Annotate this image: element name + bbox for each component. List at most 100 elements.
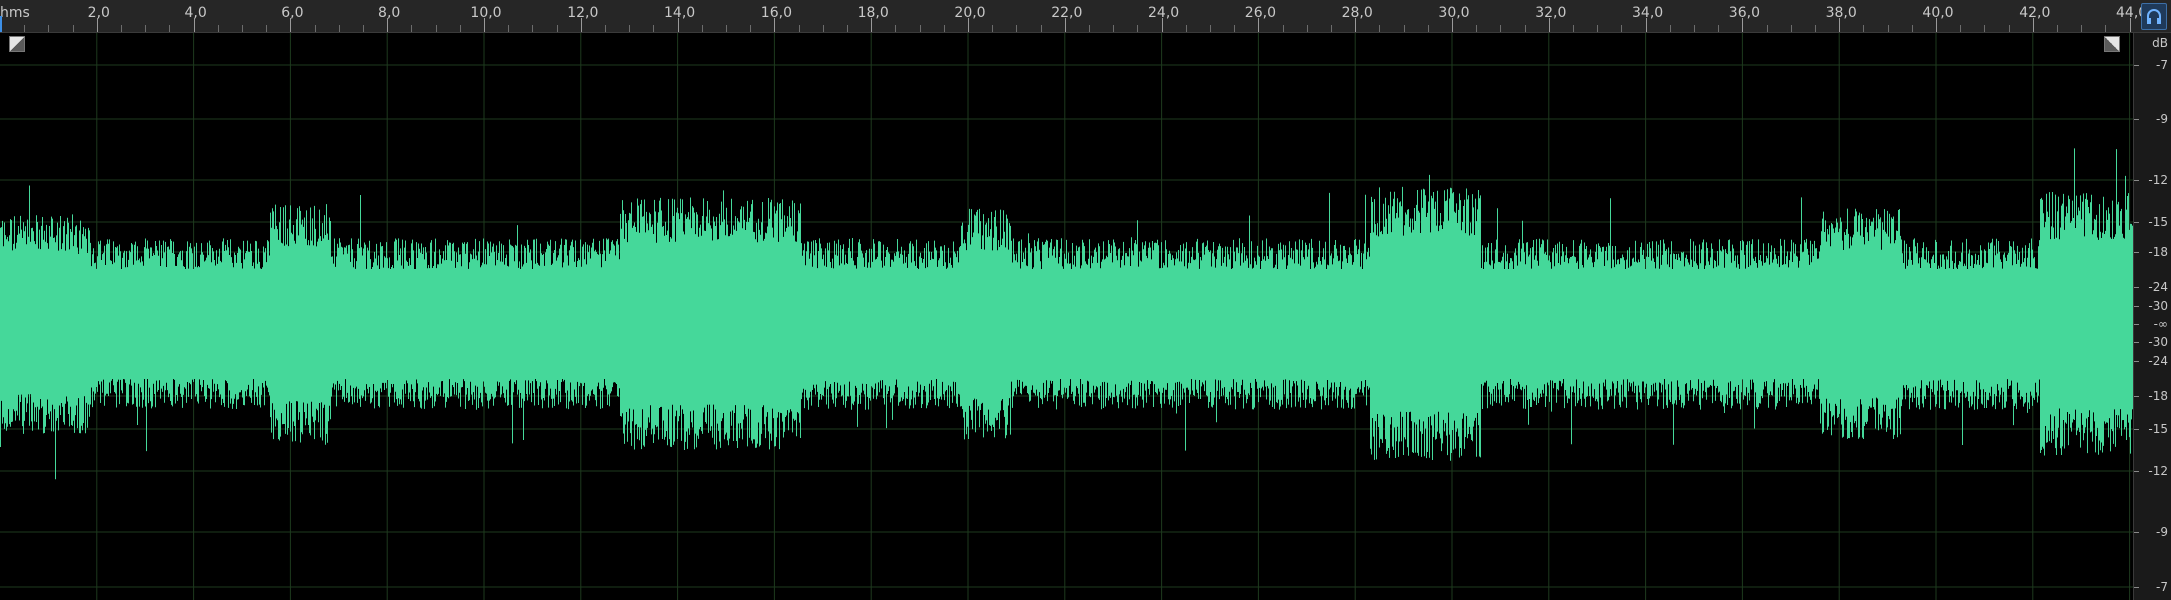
time-minor-tick xyxy=(2105,25,2107,32)
time-unit-label: hms xyxy=(0,5,30,21)
time-minor-tick xyxy=(1669,25,1671,32)
time-minor-tick xyxy=(1379,25,1381,32)
time-minor-tick xyxy=(1815,25,1816,32)
time-minor-tick xyxy=(217,25,219,32)
time-minor-tick xyxy=(847,25,848,32)
time-tick-label: 12,0 xyxy=(567,5,599,21)
time-minor-tick xyxy=(1306,25,1308,32)
time-tick-label: 26,0 xyxy=(1244,5,1276,21)
time-tick-label: 40,0 xyxy=(1922,5,1954,21)
time-minor-tick xyxy=(1500,25,1502,32)
time-minor-tick xyxy=(556,25,558,32)
time-tick-label: 24,0 xyxy=(1148,5,1180,21)
time-minor-tick xyxy=(919,25,921,32)
time-tick-label: 18,0 xyxy=(857,5,889,21)
time-tick-label: 4,0 xyxy=(184,5,207,21)
time-minor-tick xyxy=(338,25,340,32)
time-major-tick xyxy=(1064,18,1066,32)
time-major-tick xyxy=(484,18,485,32)
time-minor-tick xyxy=(1427,25,1429,32)
time-minor-tick xyxy=(169,25,171,32)
db-scale-tick xyxy=(2134,222,2139,223)
time-minor-tick xyxy=(1597,25,1599,32)
time-minor-tick xyxy=(1984,25,1986,32)
time-tick-label: 28,0 xyxy=(1341,5,1373,21)
time-major-tick xyxy=(1355,18,1357,32)
time-minor-tick xyxy=(1403,25,1405,32)
time-minor-tick xyxy=(2057,25,2058,32)
time-minor-tick xyxy=(1282,25,1284,32)
time-minor-tick xyxy=(605,25,606,32)
time-ruler[interactable]: hms 2,0 4,0 6,0 8,0 10,0 12,0 14,0 16,0 18,0 20,0… xyxy=(0,0,2171,33)
db-scale-tick xyxy=(2134,119,2139,120)
time-major-tick xyxy=(677,18,679,32)
time-tick-label: 32,0 xyxy=(1535,5,1567,21)
time-minor-tick xyxy=(508,25,510,32)
db-scale-label: -24 xyxy=(2148,280,2168,294)
db-scale-tick xyxy=(2134,306,2139,307)
db-scale-label: -18 xyxy=(2148,245,2168,259)
time-minor-tick xyxy=(24,25,26,32)
time-major-tick xyxy=(871,18,873,32)
db-scale-label: -9 xyxy=(2156,112,2168,126)
time-major-tick xyxy=(1161,18,1163,32)
headphones-button[interactable] xyxy=(2141,3,2167,30)
fade-out-handle-icon[interactable] xyxy=(2104,36,2120,52)
db-scale-label: -12 xyxy=(2148,173,2168,187)
time-tick-label: 10,0 xyxy=(470,5,502,21)
time-minor-tick xyxy=(798,25,800,32)
time-minor-tick xyxy=(1185,25,1187,32)
time-major-tick xyxy=(1258,18,1260,32)
headphones-icon xyxy=(2147,9,2161,24)
playhead-marker[interactable] xyxy=(0,16,2,32)
db-scale-label: -15 xyxy=(2148,422,2168,436)
time-major-tick xyxy=(968,18,969,32)
time-tick-label: 20,0 xyxy=(954,5,986,21)
time-minor-tick xyxy=(822,25,824,32)
db-scale-tick xyxy=(2134,532,2139,533)
time-minor-tick xyxy=(459,25,461,32)
time-minor-tick xyxy=(72,25,74,32)
time-minor-tick xyxy=(943,25,945,32)
time-minor-tick xyxy=(363,25,364,32)
time-tick-label: 36,0 xyxy=(1728,5,1760,21)
db-scale-label: -30 xyxy=(2148,335,2168,349)
time-minor-tick xyxy=(1210,25,1211,32)
time-minor-tick xyxy=(1887,25,1889,32)
time-minor-tick xyxy=(1089,25,1090,32)
time-minor-tick xyxy=(121,25,122,32)
db-scale-tick xyxy=(2134,65,2139,66)
time-major-tick xyxy=(193,18,195,32)
db-scale-label: -30 xyxy=(2148,299,2168,313)
time-minor-tick xyxy=(48,25,50,32)
db-scale-tick xyxy=(2134,287,2139,288)
fade-in-handle-icon[interactable] xyxy=(9,36,25,52)
amplitude-unit-label: dB xyxy=(2152,36,2168,50)
db-scale-label: -9 xyxy=(2156,525,2168,539)
time-minor-tick xyxy=(1911,25,1913,32)
db-scale-label: -24 xyxy=(2148,354,2168,368)
time-minor-tick xyxy=(532,25,534,32)
time-minor-tick xyxy=(1137,25,1139,32)
time-minor-tick xyxy=(1331,25,1332,32)
waveform-display[interactable] xyxy=(0,33,2133,600)
time-minor-tick xyxy=(1234,25,1236,32)
db-scale-label: -18 xyxy=(2148,389,2168,403)
time-major-tick xyxy=(1839,18,1841,32)
time-minor-tick xyxy=(145,25,147,32)
time-major-tick xyxy=(1548,18,1550,32)
time-major-tick xyxy=(1742,18,1744,32)
db-scale-tick xyxy=(2134,361,2139,362)
time-minor-tick xyxy=(1790,25,1792,32)
time-major-tick xyxy=(1936,18,1937,32)
time-tick-label: 38,0 xyxy=(1825,5,1857,21)
time-major-tick xyxy=(580,18,582,32)
time-major-tick xyxy=(2032,18,2034,32)
time-minor-tick xyxy=(1040,25,1042,32)
waveform-core xyxy=(0,269,2133,379)
time-minor-tick xyxy=(1863,25,1865,32)
time-major-tick xyxy=(774,18,776,32)
time-minor-tick xyxy=(1766,25,1768,32)
time-tick-label: 16,0 xyxy=(760,5,792,21)
time-minor-tick xyxy=(1718,25,1720,32)
